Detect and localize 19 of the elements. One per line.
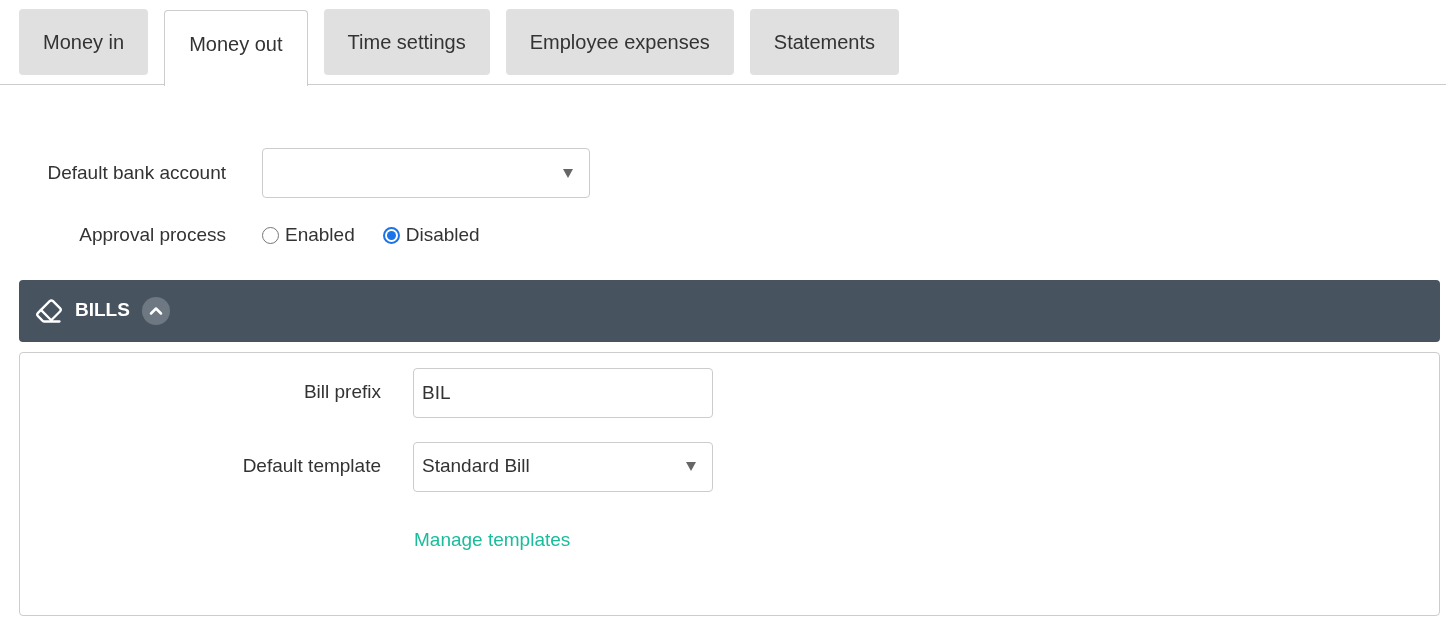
field-label: Default bank account — [46, 160, 226, 185]
collapse-button[interactable] — [141, 296, 170, 325]
tab[interactable]: Time settings — [323, 9, 490, 75]
tab[interactable]: Employee expenses — [505, 9, 734, 75]
template-select[interactable]: Standard Bill — [413, 441, 713, 492]
field-label: Approval process — [78, 223, 226, 247]
caret-icon — [563, 168, 573, 178]
eraser-icon — [35, 296, 63, 325]
tab[interactable]: Statements — [749, 9, 899, 75]
bill-prefix-input[interactable]: BIL — [413, 367, 713, 418]
field-label: Default template — [241, 454, 381, 479]
section-title: BILLS — [75, 298, 130, 323]
tab[interactable]: Money in — [19, 9, 149, 75]
radio-label: Disabled — [405, 223, 480, 247]
caret-icon — [686, 462, 696, 471]
radio-label: Enabled — [285, 223, 355, 247]
field-label: Bill prefix — [302, 380, 381, 405]
radio-button[interactable] — [382, 226, 400, 244]
tab[interactable]: Money out — [164, 10, 308, 86]
